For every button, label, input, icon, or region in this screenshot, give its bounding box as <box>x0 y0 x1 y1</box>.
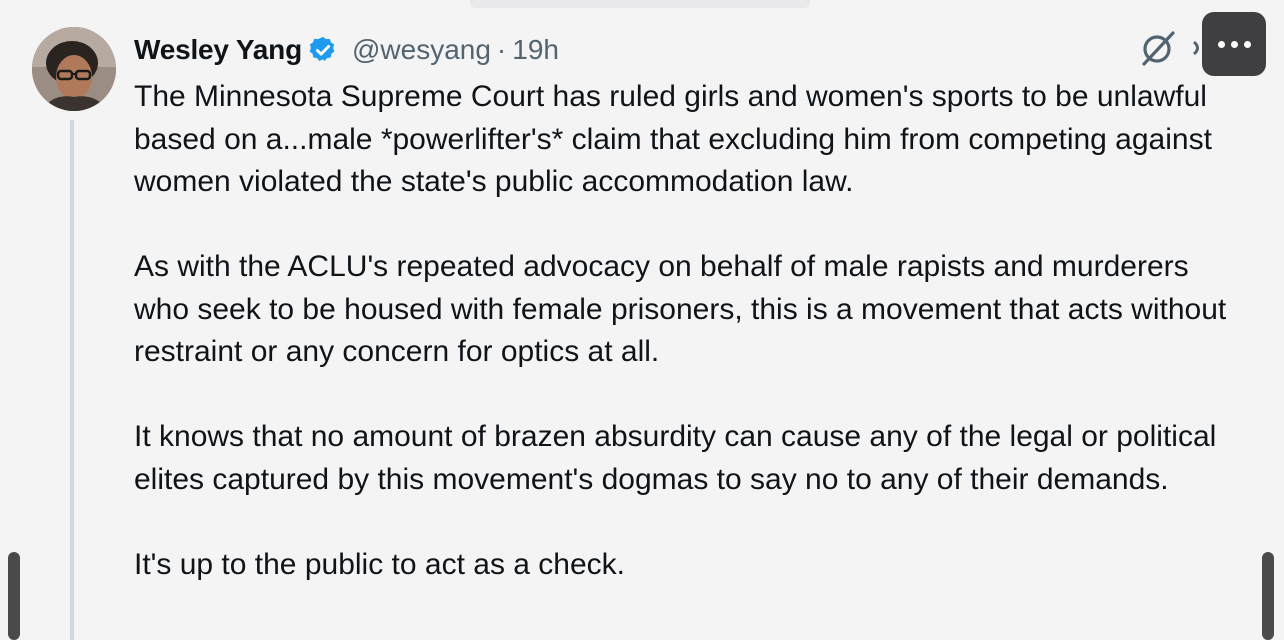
avatar-image <box>32 27 116 111</box>
more-icon <box>1217 40 1251 48</box>
more-button[interactable] <box>1202 12 1266 76</box>
tweet-paragraph: As with the ACLU's repeated advocacy on … <box>134 250 1227 368</box>
left-scrollbar[interactable] <box>8 552 20 640</box>
verified-badge-icon <box>308 35 338 65</box>
tweet-paragraph: It's up to the public to act as a check. <box>134 547 626 581</box>
tweet-text: The Minnesota Supreme Court has ruled gi… <box>134 76 1244 629</box>
thread-line <box>70 120 74 640</box>
tweet-header: Wesley Yang @wesyang · 19h <box>134 28 559 72</box>
tweet-paragraph: The Minnesota Supreme Court has ruled gi… <box>134 80 1212 198</box>
right-scrollbar[interactable] <box>1262 552 1274 640</box>
author-name[interactable]: Wesley Yang <box>134 34 302 66</box>
timestamp[interactable]: 19h <box>512 34 559 66</box>
author-handle[interactable]: @wesyang <box>352 34 491 66</box>
header-separator: · <box>496 34 507 65</box>
top-edge-bar <box>470 0 810 8</box>
tweet-paragraph: It knows that no amount of brazen absurd… <box>134 420 1217 496</box>
grok-icon[interactable] <box>1138 28 1178 68</box>
avatar[interactable] <box>32 27 116 111</box>
